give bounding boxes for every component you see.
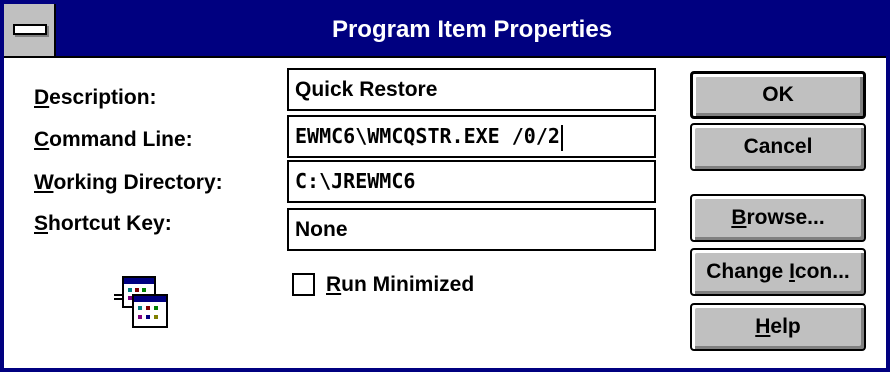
shortcut-key-label: Shortcut Key:	[34, 212, 172, 235]
command-line-label: Command Line:	[34, 128, 193, 151]
system-menu-button[interactable]	[4, 4, 56, 56]
run-minimized-label[interactable]: Run Minimized	[326, 270, 474, 300]
program-item-properties-dialog: Program Item Properties Description: Com…	[0, 0, 890, 372]
browse-button[interactable]: Browse...	[690, 194, 866, 242]
ok-button[interactable]: OK	[690, 71, 866, 119]
description-field[interactable]: Quick Restore	[287, 68, 656, 111]
cancel-button[interactable]: Cancel	[690, 123, 866, 171]
working-directory-label: Working Directory:	[34, 171, 223, 194]
program-group-icon	[114, 276, 168, 328]
command-line-field[interactable]: EWMC6\WMCQSTR.EXE /0/2	[287, 115, 656, 158]
change-icon-button[interactable]: Change Icon...	[690, 248, 866, 296]
working-directory-field[interactable]: C:\JREWMC6	[287, 160, 656, 203]
text-caret	[560, 124, 563, 151]
title-bar: Program Item Properties	[4, 4, 886, 58]
window-title: Program Item Properties	[331, 16, 613, 43]
description-label: Description:	[34, 86, 157, 109]
shortcut-key-field[interactable]: None	[287, 208, 656, 251]
system-menu-icon	[13, 24, 47, 35]
help-button[interactable]: Help	[690, 303, 866, 351]
run-minimized-checkbox[interactable]	[292, 273, 315, 296]
